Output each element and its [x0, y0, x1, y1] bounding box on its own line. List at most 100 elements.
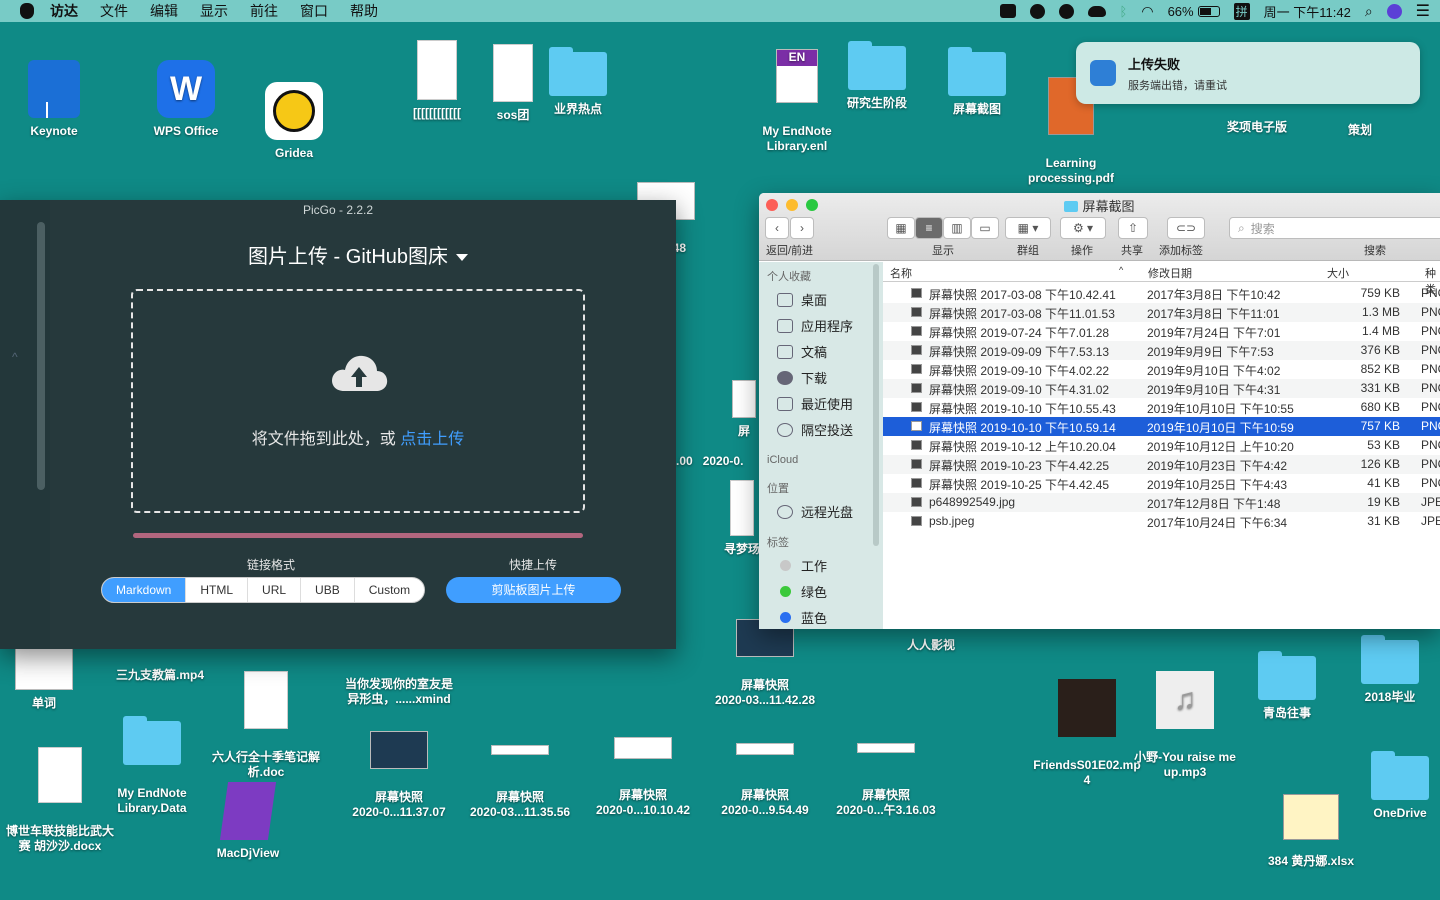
chevron-down-icon[interactable]	[456, 254, 469, 262]
desktop-file-danci[interactable]: 单词	[14, 648, 74, 711]
share-icon[interactable]: ⇧	[1118, 217, 1148, 239]
apple-icon[interactable]	[20, 3, 34, 19]
table-row[interactable]: 屏幕快照 2019-09-10 下午4.31.02 2019年9月10日 下午4:…	[883, 379, 1440, 398]
desktop-file-unknown-doc[interactable]: [[[[[[[[[[[[	[400, 40, 474, 121]
column-header-size[interactable]: 大小	[1327, 265, 1349, 281]
table-row[interactable]: 屏幕快照 2017-03-08 下午10.42.41 2017年3月8日 下午10…	[883, 284, 1440, 303]
table-row[interactable]: 屏幕快照 2017-03-08 下午11.01.53 2017年3月8日 下午11…	[883, 303, 1440, 322]
sidebar-item-applications[interactable]: 应用程序	[777, 316, 853, 335]
upload-failed-notification[interactable]: 上传失败 服务端出错，请重试	[1076, 42, 1420, 104]
desktop-folder-cehua[interactable]: 策划	[1330, 123, 1390, 138]
table-row[interactable]: 屏幕快照 2019-10-12 上午10.20.04 2019年10月12日 上午…	[883, 436, 1440, 455]
forward-button[interactable]: ›	[790, 217, 814, 239]
column-header-name[interactable]: 名称	[890, 265, 912, 281]
menu-go[interactable]: 前往	[250, 1, 278, 21]
sidebar-scrollbar[interactable]	[873, 264, 879, 546]
chevron-up-icon[interactable]: ^	[12, 350, 18, 364]
format-ubb[interactable]: UBB	[300, 578, 354, 602]
back-button[interactable]: ‹	[765, 217, 789, 239]
desktop-file-sanjiu[interactable]: 三九支教篇.mp4	[108, 668, 212, 683]
table-row[interactable]: 屏幕快照 2019-10-10 下午10.59.14 2019年10月10日 下午…	[883, 417, 1440, 436]
desktop-folder-yanjiusheng[interactable]: 研究生阶段	[844, 41, 910, 111]
keynote-app-icon[interactable]: Keynote	[18, 60, 90, 139]
icon-view-button[interactable]: ▦	[887, 217, 915, 239]
search-field[interactable]: ⌕ 搜索	[1229, 217, 1440, 239]
click-upload-link[interactable]: 点击上传	[400, 431, 464, 448]
gridea-app-icon[interactable]: Gridea	[256, 82, 332, 161]
column-view-button[interactable]: ▥	[943, 217, 971, 239]
menu-edit[interactable]: 编辑	[150, 1, 178, 21]
table-row[interactable]: p648992549.jpg 2017年12月8日 下午1:48 19 KB JPEG	[883, 493, 1440, 512]
desktop-folder-onedrive[interactable]: OneDrive	[1366, 751, 1434, 821]
desktop-folder-renrenyingshi[interactable]: 人人影视	[900, 638, 962, 653]
desktop-file-shot-5[interactable]: 屏幕快照 2020-0...午3.16.03	[826, 728, 946, 833]
notification-center-icon[interactable]: ☰	[1416, 1, 1430, 21]
wifi-icon[interactable]: ◠	[1141, 3, 1153, 20]
gallery-view-button[interactable]: ▭	[971, 217, 999, 239]
input-method[interactable]: 拼	[1233, 2, 1250, 20]
battery-indicator[interactable]: 66%	[1168, 4, 1220, 19]
clipboard-upload-button[interactable]: 剪贴板图片上传	[446, 577, 621, 603]
sidebar-scrollbar[interactable]	[37, 222, 45, 490]
menu-file[interactable]: 文件	[100, 1, 128, 21]
sidebar-item-recents[interactable]: 最近使用	[777, 394, 853, 413]
desktop-folder-pingmujietu[interactable]: 屏幕截图	[944, 47, 1010, 117]
menu-finder[interactable]: 访达	[50, 1, 78, 21]
sidebar-item-desktop[interactable]: 桌面	[777, 290, 827, 309]
group-button[interactable]: ▦ ▾	[1005, 217, 1051, 239]
desktop-folder-jiangxiang[interactable]: 奖项电子版	[1222, 120, 1292, 135]
desktop-file-bosch[interactable]: 博世车联技能比武大 赛 胡沙沙.docx	[0, 732, 120, 869]
format-custom[interactable]: Custom	[353, 578, 424, 602]
desktop-partial-shot-2[interactable]: 屏	[730, 380, 758, 439]
table-row[interactable]: psb.jpeg 2017年10月24日 下午6:34 31 KB JPEG	[883, 512, 1440, 531]
desktop-file-shot-1[interactable]: 屏幕快照 2020-0...11.37.07	[340, 716, 458, 835]
table-row[interactable]: 屏幕快照 2019-10-23 下午4.42.25 2019年10月23日 下午4…	[883, 455, 1440, 474]
format-markdown[interactable]: Markdown	[102, 578, 186, 602]
format-html[interactable]: HTML	[185, 578, 247, 602]
upload-heading[interactable]: 图片上传 - GitHub图床	[50, 240, 666, 269]
menu-window[interactable]: 窗口	[300, 1, 328, 21]
wechat-icon[interactable]	[1029, 3, 1045, 19]
desktop-file-sos[interactable]: sos团	[478, 44, 548, 123]
desktop-file-dangni[interactable]: 当你发现你的室友是 异形虫，......xmind	[336, 662, 462, 722]
sidebar-tag-work[interactable]: 工作	[777, 556, 827, 575]
desktop-file-shot-3[interactable]: 屏幕快照 2020-0...10.10.42	[584, 722, 702, 833]
table-row[interactable]: 屏幕快照 2019-07-24 下午7.01.28 2019年7月24日 下午7:…	[883, 322, 1440, 341]
desktop-folder-biye[interactable]: 2018毕业	[1356, 635, 1424, 705]
desktop-folder-yejie[interactable]: 业界热点	[546, 47, 610, 117]
sidebar-tag-green[interactable]: 绿色	[777, 582, 827, 601]
gear-icon[interactable]: ⚙ ▾	[1060, 217, 1106, 239]
table-row[interactable]: 屏幕快照 2019-09-10 下午4.02.22 2019年9月10日 下午4:…	[883, 360, 1440, 379]
menu-help[interactable]: 帮助	[350, 1, 378, 21]
sidebar-tag-blue[interactable]: 蓝色	[777, 608, 827, 627]
table-row[interactable]: 屏幕快照 2019-10-10 下午10.55.43 2019年10月10日 下午…	[883, 398, 1440, 417]
desktop-folder-qingdao[interactable]: 青岛往事	[1254, 651, 1320, 721]
table-row[interactable]: 屏幕快照 2019-09-09 下午7.53.13 2019年9月9日 下午7:5…	[883, 341, 1440, 360]
wps-app-icon[interactable]: W WPS Office	[148, 60, 224, 139]
format-url[interactable]: URL	[247, 578, 300, 602]
bluetooth-icon[interactable]: ᛒ	[1120, 4, 1128, 19]
tag-icon[interactable]: ⊂⊃	[1167, 217, 1205, 239]
qq-icon[interactable]	[1058, 3, 1074, 19]
sidebar-item-downloads[interactable]: 下载	[777, 368, 827, 387]
sidebar-item-documents[interactable]: 文稿	[777, 342, 827, 361]
list-view-button[interactable]: ≡	[915, 217, 943, 239]
desktop-partial-xunmeng[interactable]: 寻梦玚	[722, 480, 762, 557]
sidebar-item-remote-disc[interactable]: 远程光盘	[777, 502, 853, 521]
desktop-file-liuren[interactable]: 六人行全十季笔记解 析.doc	[206, 656, 326, 795]
desktop-file-endnote-lib[interactable]: EN My EndNote Library.enl	[756, 34, 838, 169]
desktop-file-shot-2[interactable]: 屏幕快照 2020-03...11.35.56	[460, 730, 580, 835]
menu-view[interactable]: 显示	[200, 1, 228, 21]
macdjview-app-icon[interactable]: MacDjView	[208, 782, 288, 861]
upload-drop-zone[interactable]: 将文件拖到此处，或 点击上传	[131, 289, 585, 513]
sidebar-item-airdrop[interactable]: 隔空投送	[777, 420, 853, 439]
desktop-file-huangdanna[interactable]: 384 黄丹娜.xlsx	[1258, 794, 1364, 869]
siri-icon[interactable]	[1386, 3, 1402, 19]
picgo-tray-icon[interactable]	[999, 4, 1016, 18]
table-row[interactable]: 屏幕快照 2019-10-25 下午4.42.45 2019年10月25日 下午4…	[883, 474, 1440, 493]
column-header-date[interactable]: 修改日期	[1148, 265, 1192, 281]
cloud-icon[interactable]	[1087, 5, 1106, 17]
desktop-file-xiaoye[interactable]: ♫ 小野-You raise me up.mp3	[1124, 656, 1246, 795]
clock[interactable]: 周一 下午11:42	[1264, 2, 1351, 21]
search-icon[interactable]: ⌕	[1365, 3, 1373, 20]
